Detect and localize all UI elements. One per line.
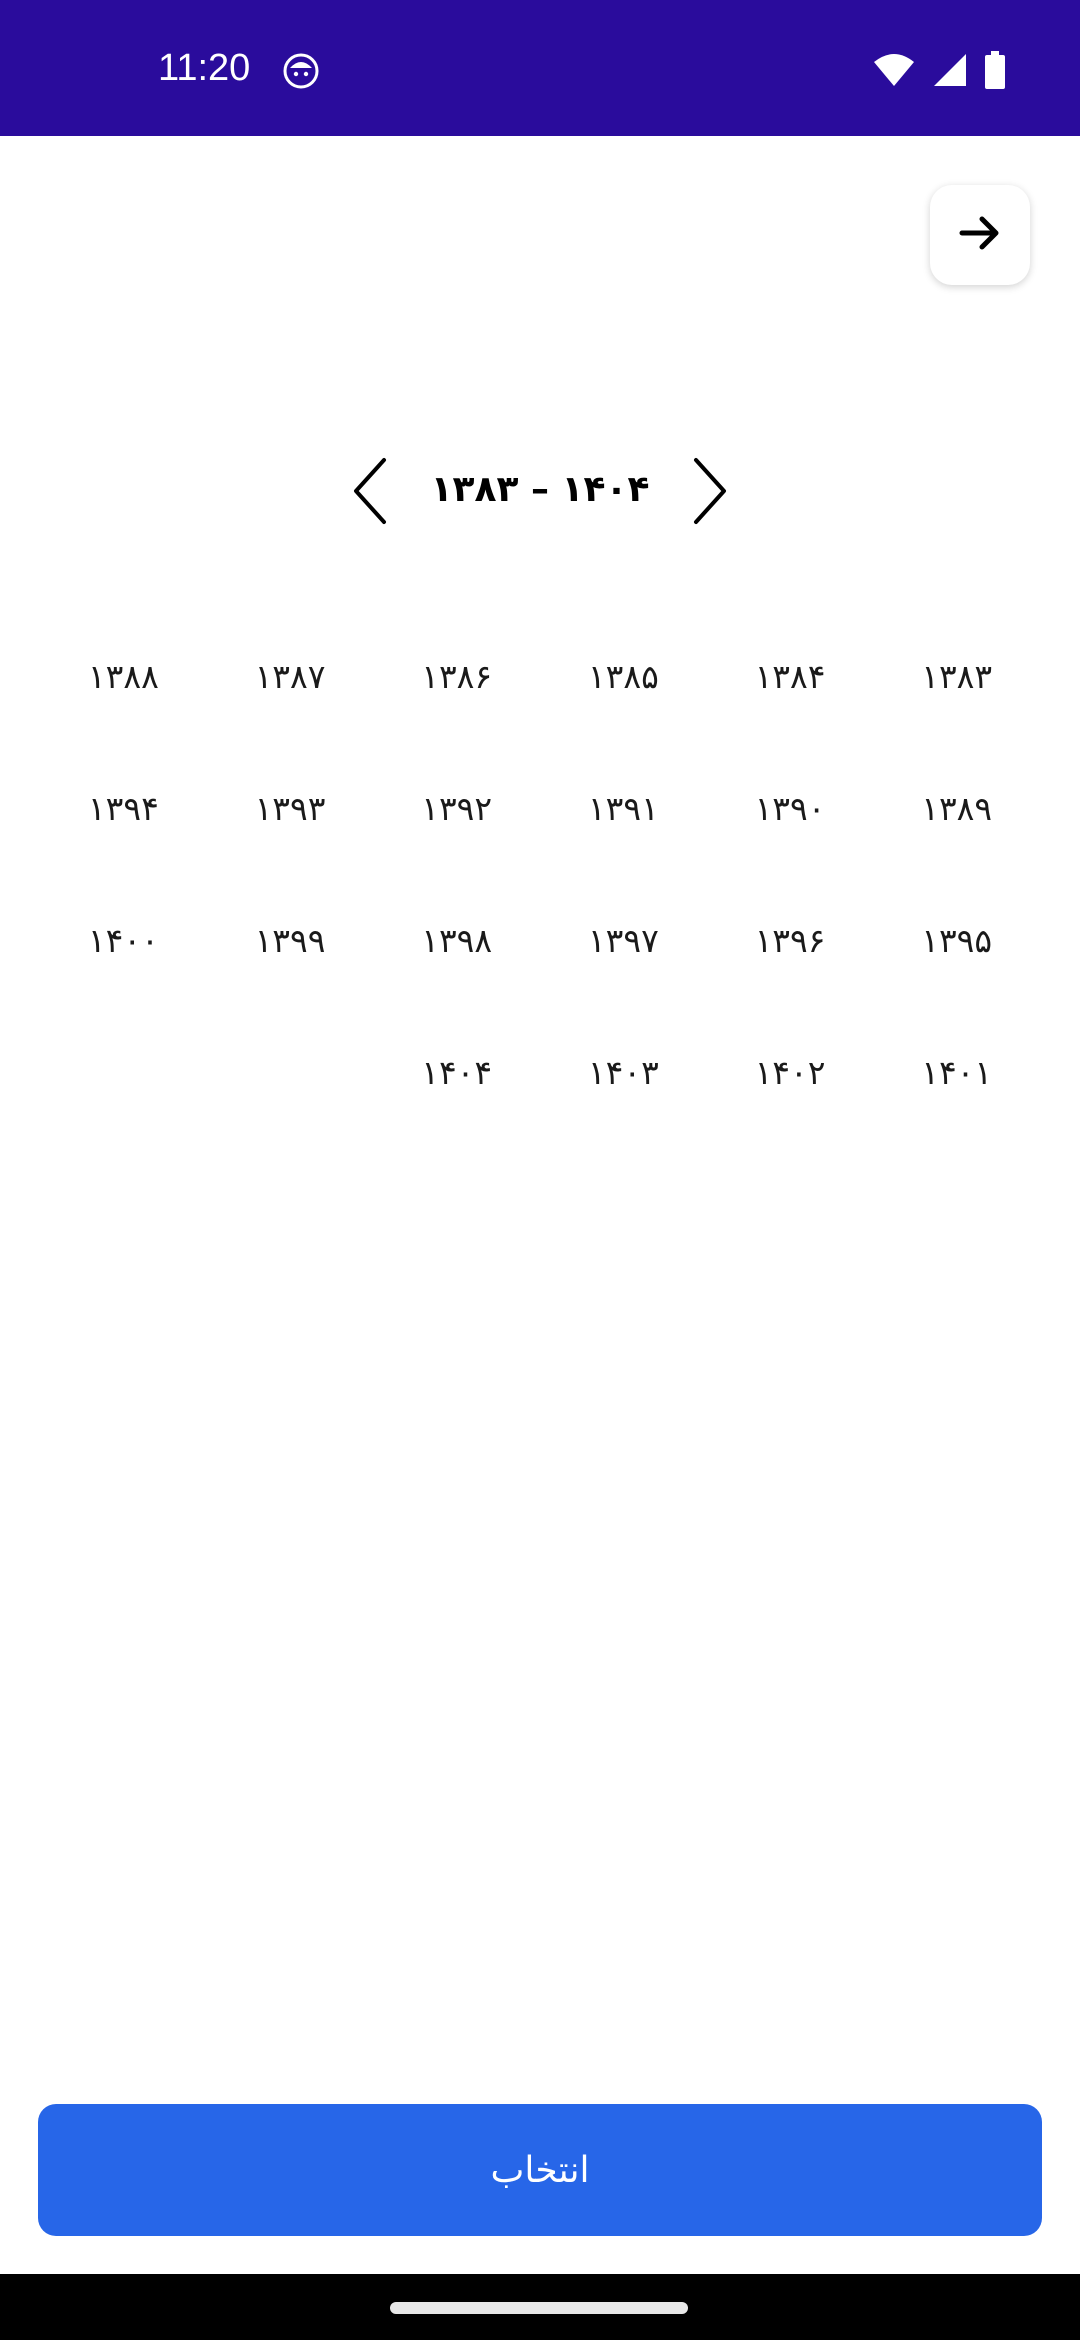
year-cell[interactable]: ۱۳۹۴ [40, 742, 207, 874]
year-picker-screen: 11:20 ۱۳۸۳ – ۱۴۰۴ ۱۳۸۳ ۱۳۸۴ ۱۳۸۵ ۱۳۸۶ ۱۳… [0, 0, 1080, 2340]
next-range-button[interactable] [680, 458, 740, 528]
range-title: ۱۳۸۳ – ۱۴۰۴ [430, 469, 650, 510]
previous-range-button[interactable] [340, 458, 400, 528]
year-cell[interactable]: ۱۳۹۵ [873, 874, 1040, 1006]
year-cell[interactable]: ۱۴۰۳ [540, 1006, 707, 1138]
year-cell[interactable]: ۱۳۹۱ [540, 742, 707, 874]
status-time: 11:20 [158, 47, 251, 89]
year-cell[interactable]: ۱۴۰۰ [40, 874, 207, 1006]
status-bar: 11:20 [0, 0, 1080, 136]
cell-signal-icon [932, 52, 968, 88]
year-cell[interactable]: ۱۴۰۲ [707, 1006, 874, 1138]
year-cell[interactable]: ۱۳۹۶ [707, 874, 874, 1006]
year-cell[interactable]: ۱۳۸۷ [207, 610, 374, 742]
year-cell[interactable]: ۱۴۰۱ [873, 1006, 1040, 1138]
year-cell[interactable]: ۱۳۹۹ [207, 874, 374, 1006]
system-navigation-bar [0, 2274, 1080, 2340]
chevron-right-icon [690, 456, 730, 530]
year-cell[interactable]: ۱۴۰۴ [373, 1006, 540, 1138]
year-cell[interactable]: ۱۳۸۴ [707, 610, 874, 742]
year-grid: ۱۳۸۳ ۱۳۸۴ ۱۳۸۵ ۱۳۸۶ ۱۳۸۷ ۱۳۸۸ ۱۳۸۹ ۱۳۹۰ ۱۳۹۱ ۱۳۹۲… [40, 610, 1040, 1138]
year-cell[interactable]: ۱۳۸۶ [373, 610, 540, 742]
year-cell[interactable]: ۱۳۹۳ [207, 742, 374, 874]
battery-icon [984, 51, 1006, 89]
year-cell[interactable]: ۱۳۸۹ [873, 742, 1040, 874]
status-icons [872, 50, 1006, 90]
face-notification-icon [282, 52, 320, 90]
arrow-right-icon [958, 215, 1002, 255]
year-cell[interactable]: ۱۳۹۷ [540, 874, 707, 1006]
back-button[interactable] [930, 185, 1030, 285]
year-cell[interactable]: ۱۳۸۳ [873, 610, 1040, 742]
year-cell[interactable]: ۱۳۹۲ [373, 742, 540, 874]
select-button[interactable]: انتخاب [38, 2104, 1042, 2236]
year-cell[interactable]: ۱۳۸۸ [40, 610, 207, 742]
wifi-icon [872, 52, 916, 88]
year-cell[interactable]: ۱۳۹۰ [707, 742, 874, 874]
year-cell[interactable]: ۱۳۸۵ [540, 610, 707, 742]
year-cell[interactable]: ۱۳۹۸ [373, 874, 540, 1006]
chevron-left-icon [350, 456, 390, 530]
home-indicator[interactable] [390, 2302, 688, 2314]
year-range-header: ۱۳۸۳ – ۱۴۰۴ [0, 440, 1080, 540]
